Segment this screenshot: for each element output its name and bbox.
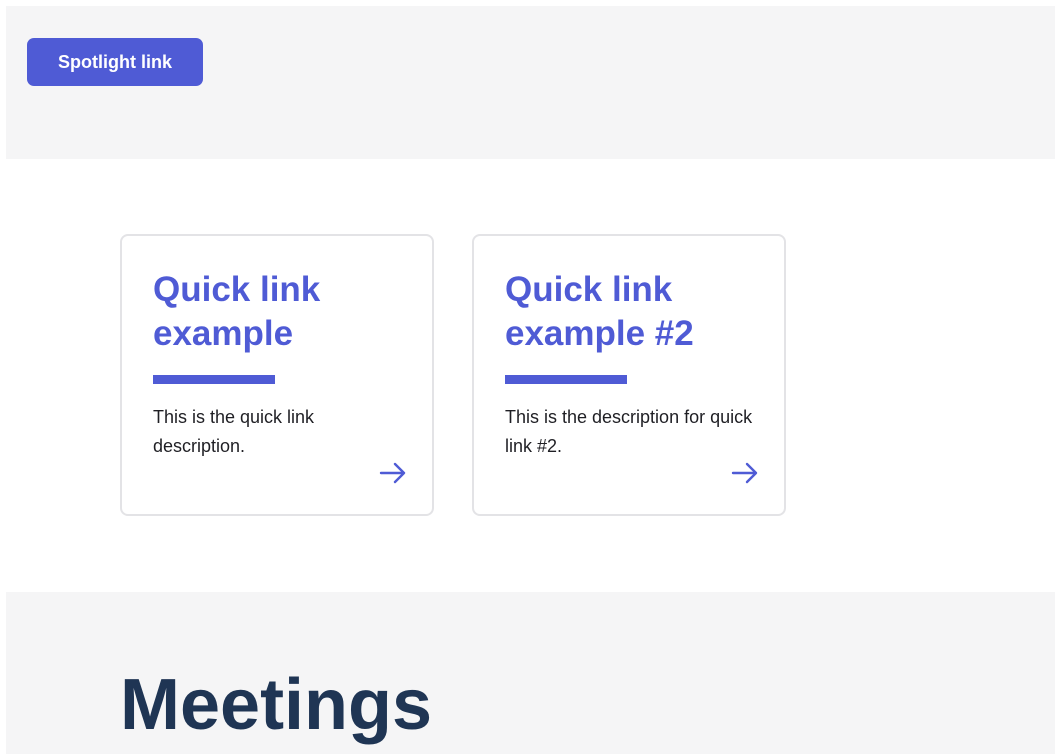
quick-link-card[interactable]: Quick link example This is the quick lin… bbox=[120, 234, 434, 516]
quick-link-accent-bar bbox=[505, 375, 627, 384]
arrow-right-icon[interactable] bbox=[378, 461, 408, 485]
quick-link-title: Quick link example bbox=[153, 270, 321, 353]
spotlight-section: Spotlight link bbox=[6, 6, 1055, 159]
spotlight-link-button[interactable]: Spotlight link bbox=[27, 38, 203, 86]
quick-link-accent-bar bbox=[153, 375, 275, 384]
quick-link-title: Quick link example #2 bbox=[505, 270, 694, 353]
meetings-section: Meetings bbox=[6, 592, 1055, 754]
quick-link-card[interactable]: Quick link example #2 This is the descri… bbox=[472, 234, 786, 516]
arrow-right-icon[interactable] bbox=[730, 461, 760, 485]
meetings-heading: Meetings bbox=[120, 665, 433, 745]
quick-link-description: This is the description for quick link #… bbox=[505, 407, 753, 456]
quick-link-description: This is the quick link description. bbox=[153, 407, 315, 456]
